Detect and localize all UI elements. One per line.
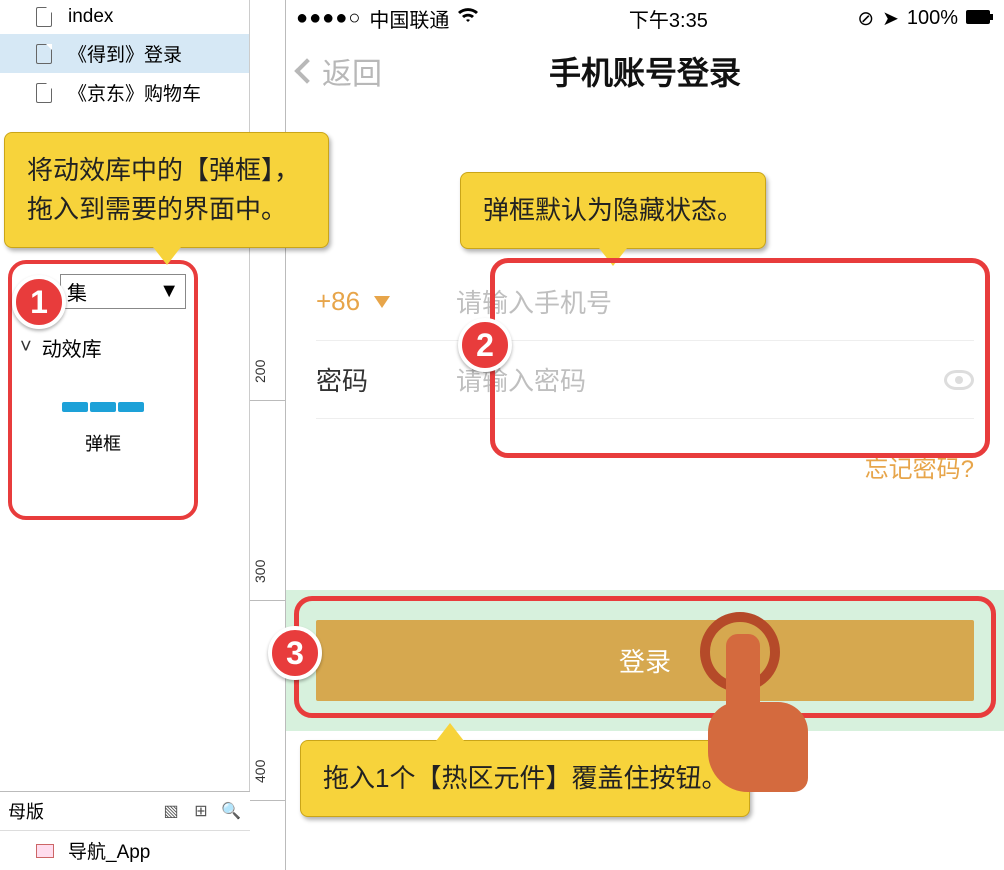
ruler-tick-label: 300: [252, 543, 268, 583]
back-label: 返回: [322, 49, 382, 93]
ruler-vertical: 100 200 300 400: [250, 0, 286, 870]
password-label: 密码: [316, 361, 456, 398]
page-title: 手机账号登录: [286, 48, 1004, 94]
master-panel: 母版 ▧ ⊞ 🔍 导航_App: [0, 791, 250, 870]
highlight-box-inputs: [490, 258, 990, 458]
file-icon: [36, 7, 52, 27]
status-bar: ●●●●○ 中国联通 下午3:35 ⊘ ➤ 100%: [286, 0, 1004, 37]
page-item-label: 《京东》购物车: [68, 79, 201, 106]
back-button[interactable]: 返回: [298, 49, 382, 93]
folder-icon: [36, 844, 54, 858]
highlight-box-login: [294, 596, 996, 718]
country-code-label: +86: [316, 286, 360, 317]
callout-text: 将动效库中的【弹框】，: [27, 151, 306, 190]
expand-icon: ˅: [20, 336, 32, 359]
ruler-tick-label: 200: [252, 343, 268, 383]
wifi-icon: [457, 7, 479, 30]
nav-bar: 返回 手机账号登录: [286, 37, 1004, 123]
page-item-jd-cart[interactable]: 《京东》购物车: [0, 73, 249, 112]
library-dropdown[interactable]: 集 ▼: [60, 274, 186, 309]
step-badge-3: 3: [268, 626, 322, 680]
page-item-label: index: [68, 6, 113, 28]
page-list: index 《得到》登录 《京东》购物车: [0, 0, 249, 112]
add-page-icon[interactable]: ⊞: [190, 800, 212, 822]
master-item-label: 导航_App: [68, 837, 150, 864]
library-tile-dialog[interactable]: 弹框: [48, 402, 158, 456]
rotation-lock-icon: ⊘: [857, 6, 874, 31]
file-icon: [36, 83, 52, 103]
ruler-tick-label: 400: [252, 743, 268, 783]
callout-3: 拖入1个【热区元件】覆盖住按钮。: [300, 740, 750, 817]
callout-2: 弹框默认为隐藏状态。: [460, 172, 766, 249]
tile-label: 弹框: [48, 430, 158, 456]
battery-icon: [966, 7, 994, 30]
country-code-dropdown[interactable]: +86: [316, 286, 456, 317]
add-folder-icon[interactable]: ▧: [160, 800, 182, 822]
library-dropdown-label: 集: [67, 277, 87, 306]
master-item-nav-app[interactable]: 导航_App: [0, 831, 250, 870]
callout-text: 拖入1个【热区元件】覆盖住按钮。: [323, 763, 727, 793]
sidebar: index 《得到》登录 《京东》购物车 集 ▼ ˅ 动效库 弹框 母版: [0, 0, 250, 870]
callout-1: 将动效库中的【弹框】， 拖入到需要的界面中。: [4, 132, 329, 248]
file-icon: [36, 44, 52, 64]
master-header-label: 母版: [8, 798, 44, 824]
chevron-left-icon: [294, 58, 319, 83]
library-section-label: 动效库: [42, 333, 102, 362]
page-item-index[interactable]: index: [0, 0, 249, 34]
carrier-label: 中国联通: [369, 4, 449, 33]
chevron-down-icon: [374, 296, 390, 308]
library-section[interactable]: ˅ 动效库: [20, 333, 186, 362]
step-badge-1: 1: [12, 275, 66, 329]
master-header: 母版 ▧ ⊞ 🔍: [0, 792, 250, 831]
location-icon: ➤: [882, 6, 899, 31]
callout-text: 弹框默认为隐藏状态。: [483, 195, 743, 225]
page-item-label: 《得到》登录: [68, 40, 182, 67]
battery-label: 100%: [907, 7, 958, 30]
chevron-down-icon: ▼: [159, 280, 179, 303]
clock-label: 下午3:35: [629, 4, 708, 33]
tile-preview-icon: [48, 402, 158, 412]
page-item-dedao-login[interactable]: 《得到》登录: [0, 34, 249, 73]
callout-text: 拖入到需要的界面中。: [27, 190, 306, 229]
signal-dots-icon: ●●●●○: [296, 7, 361, 30]
search-icon[interactable]: 🔍: [220, 800, 242, 822]
step-badge-2: 2: [458, 318, 512, 372]
